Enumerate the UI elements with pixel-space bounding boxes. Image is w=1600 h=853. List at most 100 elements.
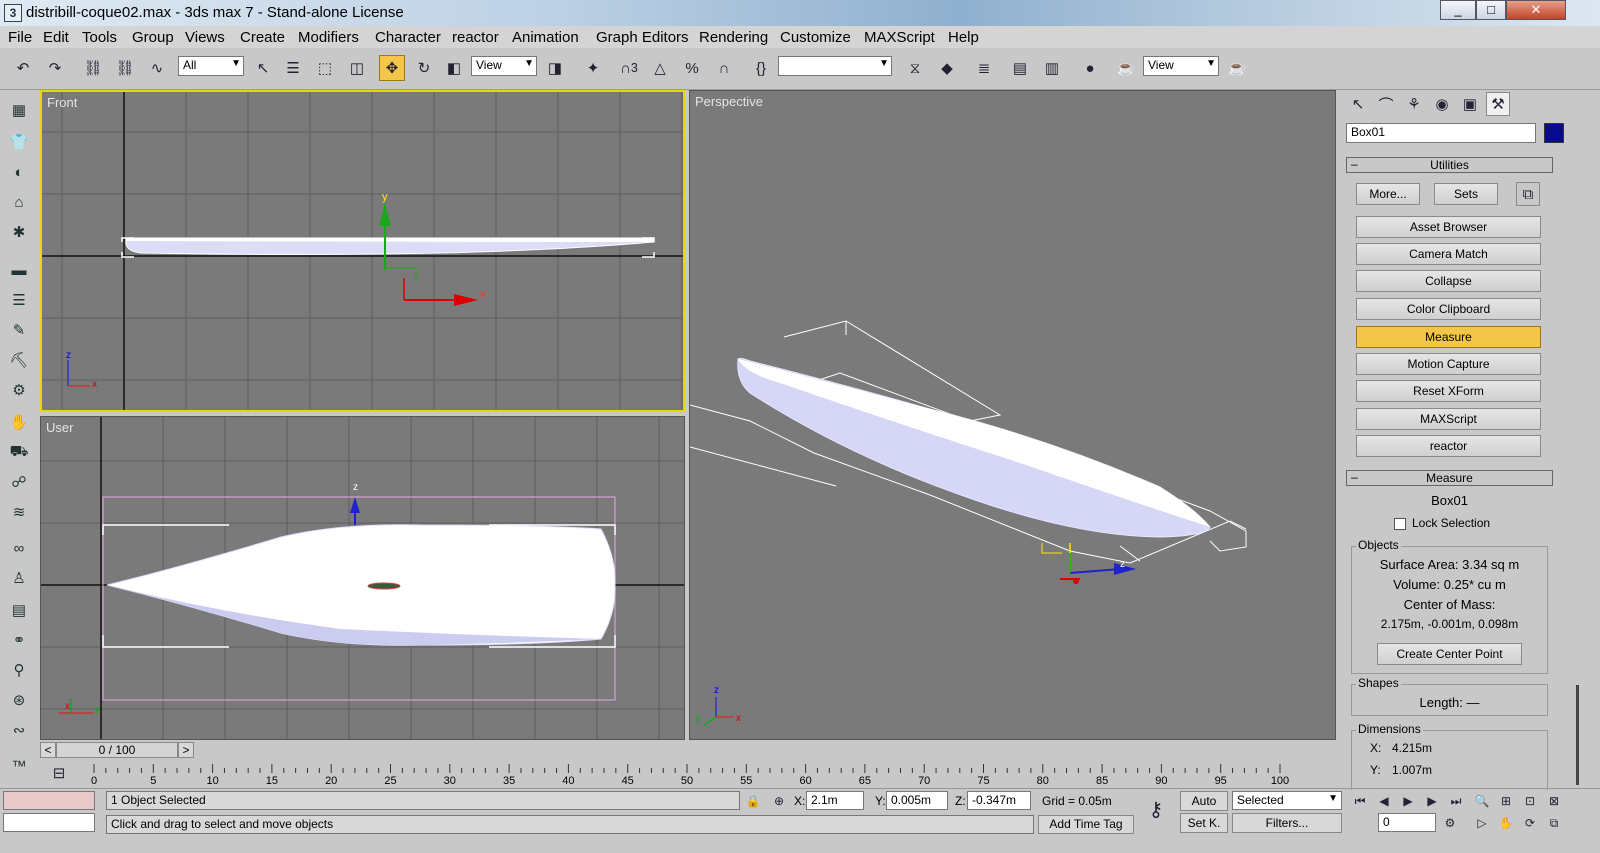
- window-crossing-icon[interactable]: ◫: [344, 55, 370, 81]
- utility-asset-browser[interactable]: Asset Browser: [1356, 216, 1541, 238]
- star-icon[interactable]: ✱: [6, 220, 32, 244]
- hierarchy-tab-icon[interactable]: ⚘: [1402, 92, 1426, 116]
- z-coordinate-field[interactable]: -0.347m: [967, 791, 1031, 810]
- app-icon[interactable]: 3: [4, 4, 22, 22]
- snap-toggle-icon[interactable]: ∩ 3: [616, 55, 642, 81]
- go-to-end-icon[interactable]: ⏭: [1446, 791, 1466, 811]
- track-bar[interactable]: ⊟ 0 5 10 15 20 25 30 35 40 45 50 55 60 65 70 75 80 85 90 95…: [38, 760, 1336, 788]
- time-slider-thumb[interactable]: 0 / 100: [56, 742, 178, 758]
- zoom-icon[interactable]: 🔍: [1472, 791, 1492, 811]
- more-button[interactable]: More...: [1356, 183, 1420, 205]
- modify-tab-icon[interactable]: ⌒: [1374, 92, 1398, 116]
- light-icon[interactable]: ⌂: [6, 190, 32, 214]
- menu-tools[interactable]: Tools: [82, 29, 117, 46]
- maxscript-input-field[interactable]: [3, 813, 95, 832]
- reference-coordinate-dropdown[interactable]: View ▼: [471, 56, 537, 76]
- menu-views[interactable]: Views: [185, 29, 225, 46]
- menu-rendering[interactable]: Rendering: [699, 29, 768, 46]
- select-and-move-icon[interactable]: ✥: [379, 55, 405, 81]
- percent-snap-icon[interactable]: %: [679, 55, 705, 81]
- maximize-viewport-icon[interactable]: ⧉: [1544, 813, 1564, 833]
- menu-file[interactable]: File: [8, 29, 32, 46]
- viewport-user[interactable]: z x y User: [40, 416, 685, 740]
- maximize-button[interactable]: □: [1476, 0, 1506, 20]
- utilities-tab-icon[interactable]: ⚒: [1486, 92, 1510, 116]
- stickman-icon[interactable]: ☍: [6, 470, 32, 494]
- unlink-icon[interactable]: ⛓: [112, 55, 138, 81]
- menu-maxscript[interactable]: MAXScript: [864, 29, 935, 46]
- utility-collapse[interactable]: Collapse: [1356, 270, 1541, 292]
- curve-editor-icon[interactable]: ▤: [1007, 55, 1033, 81]
- menu-help[interactable]: Help: [948, 29, 979, 46]
- play-icon[interactable]: ▶: [1398, 791, 1418, 811]
- measure-rollout-header[interactable]: – Measure: [1346, 470, 1553, 486]
- create-center-point-button[interactable]: Create Center Point: [1377, 643, 1522, 665]
- lock-selection-checkbox[interactable]: [1394, 518, 1406, 530]
- menu-modifiers[interactable]: Modifiers: [298, 29, 359, 46]
- display-tab-icon[interactable]: ▣: [1458, 92, 1482, 116]
- rope-icon[interactable]: ∞: [6, 536, 32, 560]
- panel-icon[interactable]: ▬: [6, 258, 32, 282]
- command-panel-scrollbar[interactable]: [1568, 90, 1600, 788]
- wave-icon[interactable]: ≋: [6, 500, 32, 524]
- menu-customize[interactable]: Customize: [780, 29, 851, 46]
- align-icon[interactable]: ◆: [934, 55, 960, 81]
- material-editor-icon[interactable]: ●: [1077, 55, 1103, 81]
- minimize-button[interactable]: _: [1440, 0, 1476, 20]
- utility-motion-capture[interactable]: Motion Capture: [1356, 353, 1541, 375]
- spinner-snap-icon[interactable]: ∩: [711, 55, 737, 81]
- zoom-extents-icon[interactable]: ⊡: [1520, 791, 1540, 811]
- rectangular-selection-icon[interactable]: ⬚: [312, 55, 338, 81]
- quick-render-icon[interactable]: ☕: [1224, 55, 1250, 81]
- car-icon[interactable]: ⛟: [6, 440, 32, 464]
- go-to-start-icon[interactable]: ⏮: [1350, 791, 1370, 811]
- select-by-name-icon[interactable]: ☰: [280, 55, 306, 81]
- scrollbar-thumb[interactable]: [1576, 685, 1579, 785]
- menu-animation[interactable]: Animation: [512, 29, 579, 46]
- zoom-all-icon[interactable]: ⊞: [1496, 791, 1516, 811]
- select-object-icon[interactable]: ↖: [250, 55, 276, 81]
- x-coordinate-field[interactable]: 2.1m: [806, 791, 864, 810]
- set-key-button[interactable]: Set K.: [1180, 813, 1228, 833]
- key-filters-button[interactable]: Filters...: [1232, 813, 1342, 833]
- render-scene-icon[interactable]: ☕: [1113, 55, 1139, 81]
- viewport-label-user[interactable]: User: [46, 420, 73, 435]
- mirror-icon[interactable]: ⧖: [902, 55, 928, 81]
- menu-edit[interactable]: Edit: [43, 29, 69, 46]
- pin-icon[interactable]: ⚲: [6, 658, 32, 682]
- key-mode-dropdown[interactable]: Selected ▼: [1232, 791, 1342, 810]
- close-button[interactable]: ✕: [1506, 0, 1566, 20]
- absolute-mode-icon[interactable]: ⊕: [770, 791, 788, 810]
- cloth-icon[interactable]: ▤: [6, 598, 32, 622]
- select-manipulate-icon[interactable]: ✦: [580, 55, 606, 81]
- lock-selection-icon[interactable]: 🔒: [744, 791, 762, 810]
- named-selection-dropdown[interactable]: ▼: [778, 56, 892, 76]
- auto-key-button[interactable]: Auto: [1180, 791, 1228, 811]
- edit-named-selection-icon[interactable]: {}: [748, 55, 774, 81]
- figure-icon[interactable]: ♙: [6, 566, 32, 590]
- y-coordinate-field[interactable]: 0.005m: [886, 791, 948, 810]
- utility-camera-match[interactable]: Camera Match: [1356, 243, 1541, 265]
- object-color-swatch[interactable]: [1544, 123, 1564, 143]
- tm-icon[interactable]: ™: [6, 754, 32, 778]
- maxscript-listener-field[interactable]: [3, 791, 95, 810]
- brush-icon[interactable]: ✎: [6, 318, 32, 342]
- select-and-scale-icon[interactable]: ◧: [441, 55, 467, 81]
- utility-color-clipboard[interactable]: Color Clipboard: [1356, 298, 1541, 320]
- compass-icon[interactable]: ⊛: [6, 688, 32, 712]
- paint-icon[interactable]: ⛏: [6, 348, 32, 372]
- menu-character[interactable]: Character: [375, 29, 441, 46]
- undo-icon[interactable]: ↶: [10, 55, 36, 81]
- box-icon[interactable]: ▦: [6, 98, 32, 122]
- schematic-view-icon[interactable]: ▥: [1039, 55, 1065, 81]
- pan-icon[interactable]: ✋: [1496, 813, 1516, 833]
- previous-frame-icon[interactable]: ◀: [1374, 791, 1394, 811]
- key-icon[interactable]: ⚷: [1142, 795, 1170, 823]
- angle-snap-icon[interactable]: △: [647, 55, 673, 81]
- bind-space-warp-icon[interactable]: ∿: [144, 55, 170, 81]
- spring-icon[interactable]: ∾: [6, 718, 32, 742]
- utility-maxscript[interactable]: MAXScript: [1356, 408, 1541, 430]
- utility-reset-xform[interactable]: Reset XForm: [1356, 380, 1541, 402]
- zoom-extents-all-icon[interactable]: ⊠: [1544, 791, 1564, 811]
- viewport-front[interactable]: y x z x Front: [40, 90, 685, 412]
